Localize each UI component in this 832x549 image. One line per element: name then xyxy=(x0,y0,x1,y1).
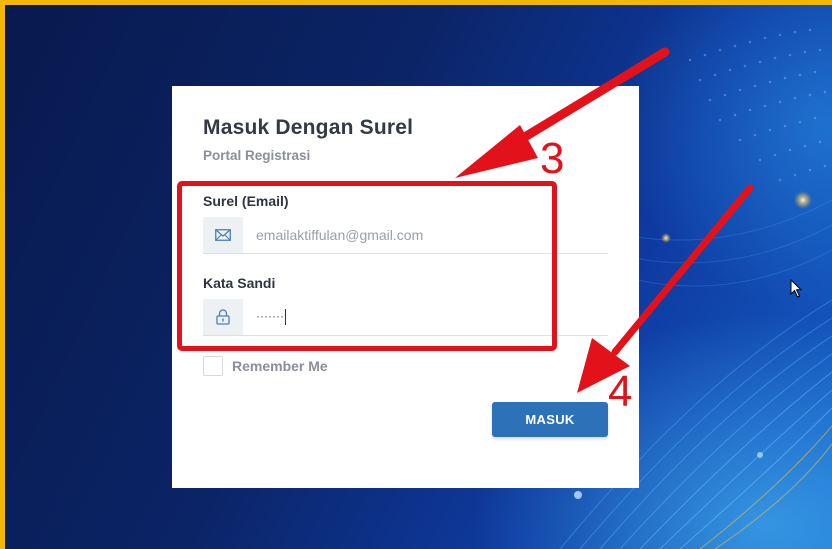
mouse-cursor-icon xyxy=(790,279,803,298)
annotation-step-3: 3 xyxy=(540,134,565,183)
annotation-step-4: 4 xyxy=(608,367,633,416)
annotation-arrows xyxy=(455,47,754,393)
